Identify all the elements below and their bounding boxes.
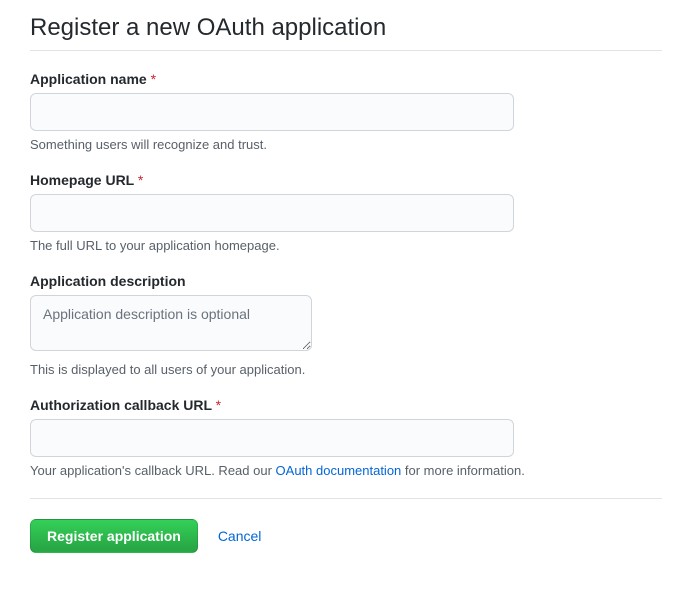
required-asterisk: * <box>216 397 221 413</box>
required-asterisk: * <box>138 172 143 188</box>
divider <box>30 498 662 499</box>
label-description: Application description <box>30 273 662 289</box>
help-homepage-url: The full URL to your application homepag… <box>30 238 662 253</box>
help-callback-url: Your application's callback URL. Read ou… <box>30 463 662 478</box>
form-group-callback-url: Authorization callback URL * Your applic… <box>30 397 662 478</box>
label-homepage-url: Homepage URL * <box>30 172 662 188</box>
help-app-name: Something users will recognize and trust… <box>30 137 662 152</box>
page-title: Register a new OAuth application <box>30 14 662 51</box>
label-homepage-url-text: Homepage URL <box>30 172 134 188</box>
help-description: This is displayed to all users of your a… <box>30 362 662 377</box>
form-group-description: Application description This is displaye… <box>30 273 662 377</box>
form-group-app-name: Application name * Something users will … <box>30 71 662 152</box>
textarea-description[interactable] <box>30 295 312 351</box>
oauth-documentation-link[interactable]: OAuth documentation <box>276 463 402 478</box>
input-callback-url[interactable] <box>30 419 514 457</box>
label-app-name: Application name * <box>30 71 662 87</box>
register-application-button[interactable]: Register application <box>30 519 198 553</box>
help-callback-suffix: for more information. <box>401 463 525 478</box>
label-callback-url: Authorization callback URL * <box>30 397 662 413</box>
cancel-link[interactable]: Cancel <box>218 528 262 544</box>
form-actions: Register application Cancel <box>30 519 662 553</box>
label-app-name-text: Application name <box>30 71 147 87</box>
form-group-homepage-url: Homepage URL * The full URL to your appl… <box>30 172 662 253</box>
input-homepage-url[interactable] <box>30 194 514 232</box>
input-app-name[interactable] <box>30 93 514 131</box>
required-asterisk: * <box>151 71 156 87</box>
label-callback-url-text: Authorization callback URL <box>30 397 212 413</box>
help-callback-prefix: Your application's callback URL. Read ou… <box>30 463 276 478</box>
label-description-text: Application description <box>30 273 186 289</box>
